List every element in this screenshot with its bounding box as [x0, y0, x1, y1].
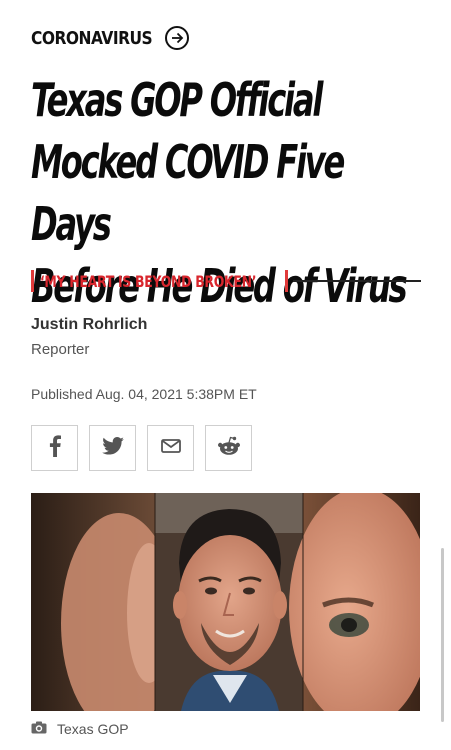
subhead-right-rule — [285, 270, 288, 292]
share-reddit-button[interactable] — [205, 425, 252, 471]
subheadline: ‘MY HEART IS BEYOND BROKEN’ — [31, 268, 421, 294]
share-email-button[interactable] — [147, 425, 194, 471]
email-icon — [160, 438, 181, 458]
subhead-left-rule — [31, 270, 34, 292]
reddit-icon — [217, 436, 241, 461]
author-role: Reporter — [31, 341, 90, 358]
subhead-divider — [293, 280, 421, 282]
camera-icon — [31, 721, 47, 737]
twitter-icon — [101, 436, 124, 460]
arrow-right-icon[interactable] — [165, 26, 189, 50]
photo-caption: Texas GOP — [31, 721, 129, 737]
headline-line-2: Mocked COVID Five Days — [31, 135, 345, 251]
share-facebook-button[interactable] — [31, 425, 78, 471]
facebook-icon — [48, 434, 62, 462]
headline-line-1: Texas GOP Official — [31, 73, 323, 127]
subhead-text: ‘MY HEART IS BEYOND BROKEN’ — [40, 271, 257, 291]
section-link[interactable]: CORONAVIRUS — [31, 25, 189, 51]
share-buttons — [31, 425, 252, 471]
scrollbar[interactable] — [441, 548, 444, 722]
article-photo[interactable] — [31, 493, 420, 711]
author-name[interactable]: Justin Rohrlich — [31, 316, 147, 334]
share-twitter-button[interactable] — [89, 425, 136, 471]
published-date: Published Aug. 04, 2021 5:38PM ET — [31, 386, 257, 402]
photo-credit: Texas GOP — [57, 721, 129, 737]
section-label: CORONAVIRUS — [31, 27, 153, 49]
